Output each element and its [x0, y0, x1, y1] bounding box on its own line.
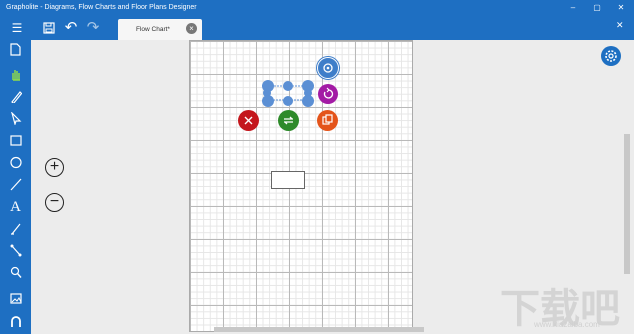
resize-handle-bottom[interactable] — [283, 96, 293, 106]
window-title: Grapholite - Diagrams, Flow Charts and F… — [6, 4, 197, 11]
horizontal-scrollbar[interactable] — [214, 327, 424, 332]
resize-handle-top[interactable] — [283, 81, 293, 91]
connector-tool-icon[interactable] — [0, 241, 31, 261]
new-page-icon[interactable] — [0, 40, 31, 60]
undo-icon[interactable]: ↶ — [60, 16, 82, 40]
title-bar: Grapholite - Diagrams, Flow Charts and F… — [0, 0, 634, 16]
settings-gear-icon[interactable] — [601, 46, 621, 66]
save-icon[interactable] — [38, 16, 60, 40]
text-tool-icon[interactable]: A — [0, 197, 31, 217]
pencil-icon[interactable] — [0, 87, 31, 107]
redo-icon[interactable]: ↷ — [82, 16, 104, 40]
pointer-icon[interactable] — [0, 109, 31, 129]
image-tool-icon[interactable] — [0, 289, 31, 309]
swap-shape-icon[interactable] — [278, 110, 299, 131]
watermark-url: www.xiazaiba.com — [534, 320, 600, 329]
resize-handle-bottom-right[interactable] — [302, 95, 314, 107]
pin-icon[interactable]: ✕ — [616, 20, 624, 31]
zoom-out-button[interactable]: − — [45, 193, 64, 212]
shape-settings-icon[interactable] — [317, 57, 339, 79]
magnet-icon[interactable] — [0, 312, 31, 332]
vertical-scrollbar[interactable] — [624, 134, 630, 274]
watermark: 下载吧 www.xiazaiba.com — [500, 276, 630, 334]
maximize-button[interactable]: ▢ — [586, 1, 608, 15]
zoom-in-button[interactable]: + — [45, 158, 64, 177]
tab-label: Flow Chart* — [136, 26, 170, 33]
minimize-button[interactable]: – — [562, 1, 584, 15]
tool-sidebar: A — [0, 40, 31, 334]
ellipse-tool-icon[interactable] — [0, 153, 31, 173]
rotate-icon[interactable] — [318, 84, 338, 104]
hand-tool-icon[interactable] — [0, 65, 31, 85]
line-tool-icon[interactable] — [0, 175, 31, 195]
zoom-tool-icon[interactable] — [0, 263, 31, 283]
toolbar: ☰ ↶ ↷ — [0, 16, 634, 40]
close-window-button[interactable]: ✕ — [610, 1, 632, 15]
copy-shape-icon[interactable] — [317, 110, 338, 131]
menu-icon[interactable]: ☰ — [6, 16, 28, 40]
delete-shape-icon[interactable] — [238, 110, 259, 131]
tab-flow-chart[interactable]: Flow Chart* × — [118, 19, 202, 40]
rectangle-tool-icon[interactable] — [0, 131, 31, 151]
resize-handle-bottom-left[interactable] — [262, 95, 274, 107]
tab-close-icon[interactable]: × — [186, 23, 197, 34]
rectangle-shape[interactable] — [271, 171, 305, 189]
pen-tool-icon[interactable] — [0, 219, 31, 239]
